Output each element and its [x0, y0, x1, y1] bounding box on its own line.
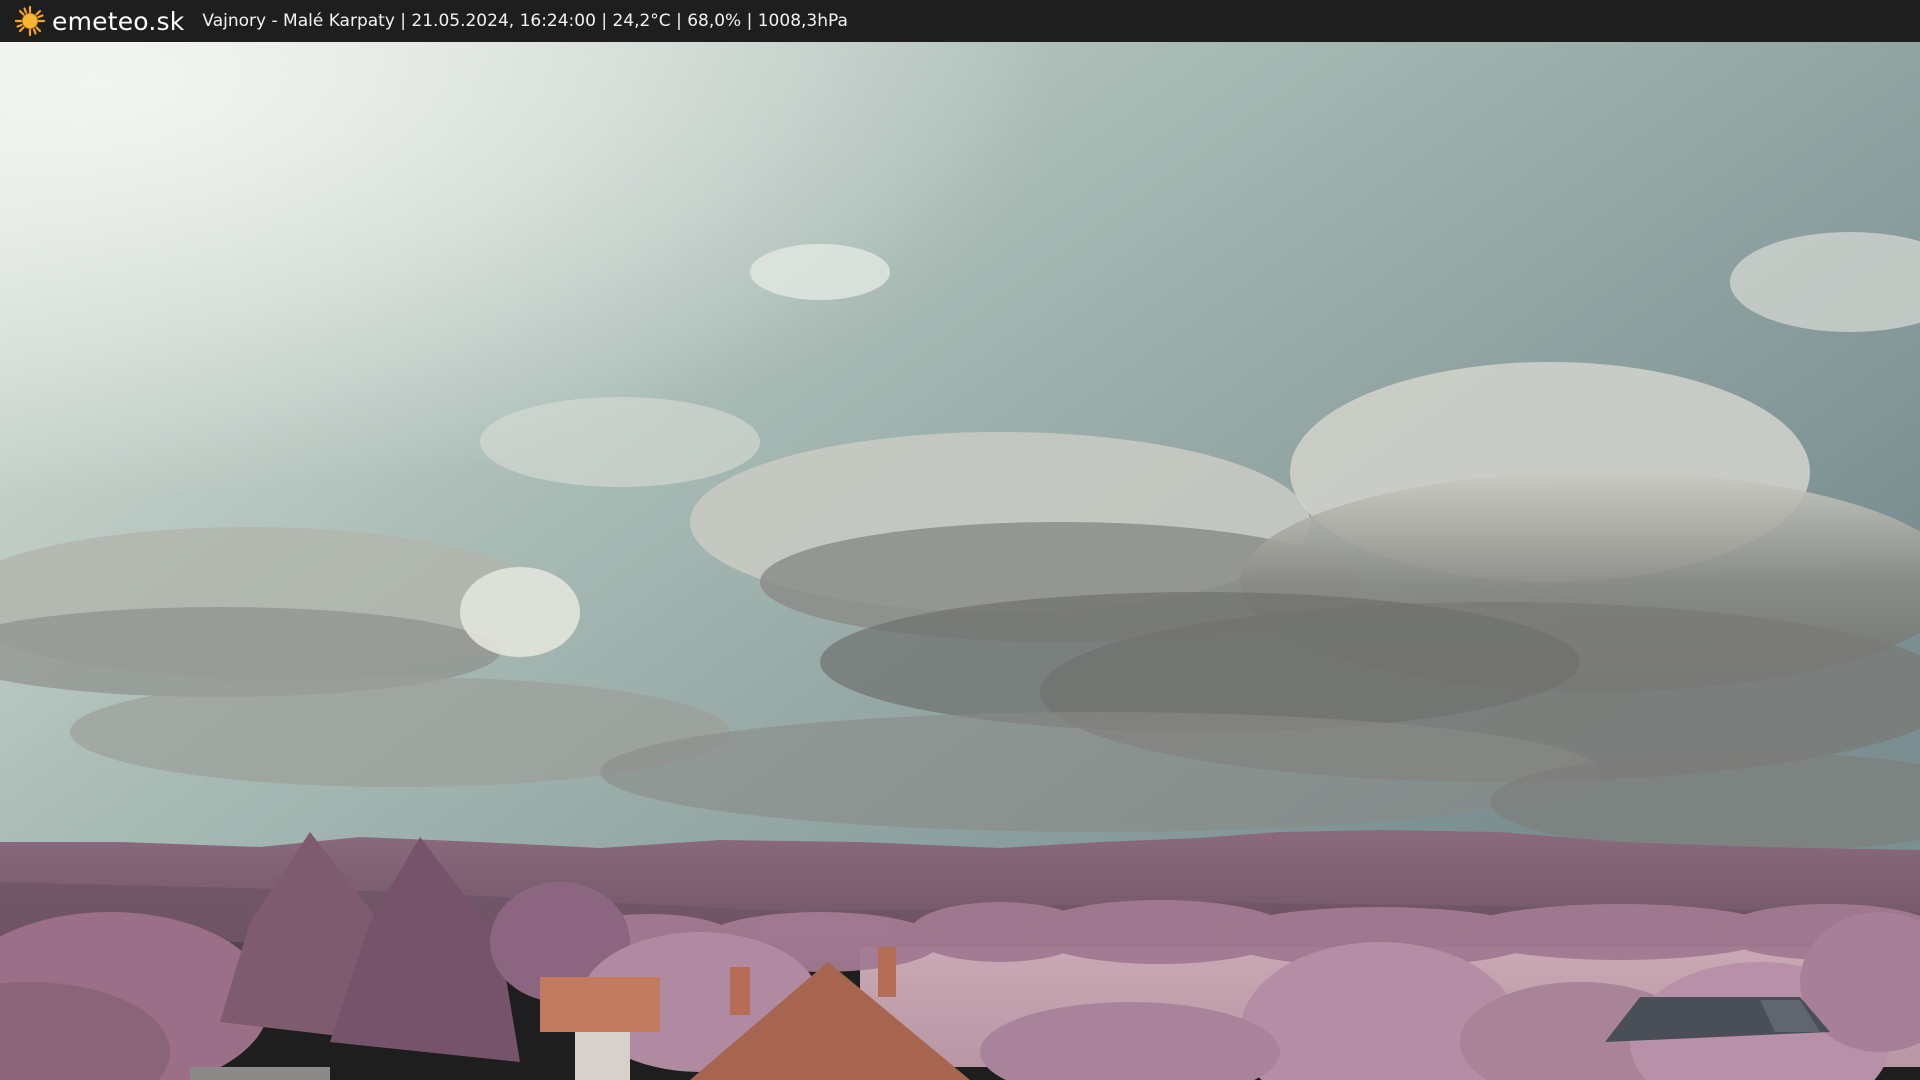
webcam-image: [0, 42, 1920, 1080]
brand-name[interactable]: emeteo.sk: [52, 7, 184, 36]
sun-icon: [14, 5, 46, 37]
top-bar: emeteo.sk Vajnory - Malé Karpaty | 21.05…: [0, 0, 1920, 42]
station-info: Vajnory - Malé Karpaty | 21.05.2024, 16:…: [202, 11, 848, 31]
site-logo[interactable]: emeteo.sk: [14, 5, 184, 37]
